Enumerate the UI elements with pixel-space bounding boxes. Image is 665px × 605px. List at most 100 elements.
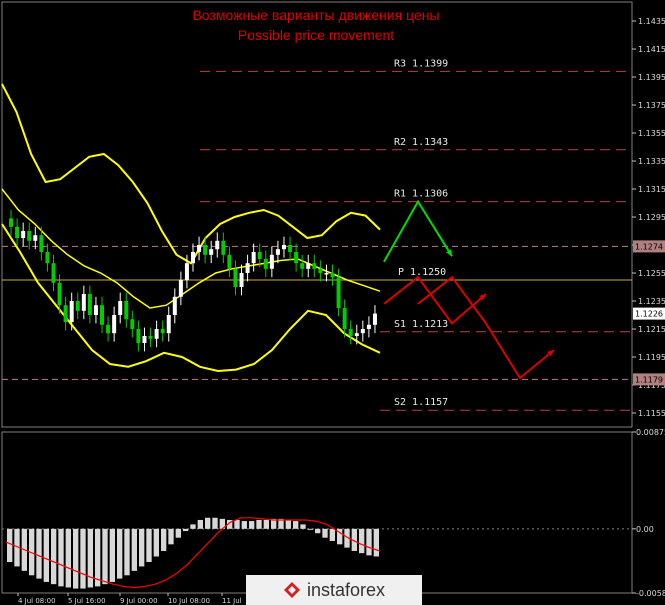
candle-body [336, 277, 341, 308]
chart-canvas: R3 1.1399 R2 1.1343 R1 1.1306 P 1.1250 S1 1.… [1, 1, 665, 605]
candle-body [172, 296, 177, 315]
oscillator-bar [322, 528, 328, 538]
candle-body [124, 301, 129, 320]
instaforex-logo: instaforex [246, 575, 422, 605]
oscillator-bar [329, 528, 335, 541]
candle-body [215, 240, 220, 250]
candle-body [221, 240, 226, 255]
indicators [1, 83, 381, 373]
oscillator-bar [256, 519, 262, 529]
oscillator-bar [43, 528, 49, 582]
candle-body [136, 329, 141, 343]
oscillator-bar [131, 528, 137, 571]
candle-body [106, 324, 111, 334]
candle-body [87, 294, 92, 315]
candle-body [63, 305, 68, 322]
logo-text: instaforex [306, 579, 386, 600]
oscillator-bar [285, 519, 291, 529]
candle-body [191, 252, 195, 264]
oscillator-bar [175, 528, 181, 538]
candle-body [154, 329, 159, 339]
candle-body [318, 268, 323, 273]
oscillator-bar [7, 528, 13, 563]
oscillator-bar [102, 528, 108, 585]
price-tick-label: 1.1375 [638, 101, 665, 110]
price-tick-label: 1.1315 [638, 185, 665, 194]
oscillator-bar [359, 528, 365, 554]
candle-body [21, 231, 26, 238]
candle-body [354, 333, 359, 336]
candle-body [178, 280, 183, 297]
oscillator-bar [73, 528, 79, 589]
oscillator-bar [307, 528, 313, 530]
candle-body [81, 294, 86, 311]
oscillator-bar [109, 528, 115, 582]
candle-body [342, 308, 347, 329]
candle-body [251, 252, 256, 264]
candle-body [118, 301, 123, 315]
candle-body [148, 336, 153, 339]
oscillator-bar [51, 528, 57, 585]
oscillator-bar [263, 519, 269, 529]
oscillator-bar [183, 528, 189, 532]
candle-body [324, 273, 329, 275]
oscillator-bar [315, 528, 321, 534]
candle-body [203, 245, 208, 255]
level-R1-label: R1 1.1306 [394, 189, 448, 200]
candle-body [15, 226, 20, 238]
candle-body [142, 336, 147, 343]
candle-body [9, 218, 14, 227]
candle-body [27, 231, 32, 241]
oscillator-tick-label: 0.00 [636, 525, 654, 534]
oscillator-bar [65, 528, 71, 588]
oscillator-bar [205, 517, 211, 529]
grid [1, 1, 633, 594]
oscillator-bar [117, 528, 123, 579]
oscillator-bar [249, 521, 255, 529]
oscillator-bar [36, 528, 42, 579]
level-S1-label: S1 1.1213 [394, 319, 448, 330]
price-tick-label: 1.1295 [638, 213, 665, 222]
scenario-arrow [383, 199, 453, 263]
oscillator-bar [241, 521, 247, 529]
level-S2-label: S2 1.1157 [394, 397, 448, 408]
oscillator-bar [87, 528, 93, 588]
candles [9, 210, 377, 352]
candle-body [312, 263, 317, 269]
candle-body [366, 324, 371, 329]
candle-body [112, 315, 117, 334]
price-tick-label: 1.1195 [638, 353, 665, 362]
oscillator-bar [373, 528, 379, 557]
price-axis: 1.1435 1.1415 1.1395 1.1375 1.1355 1.1335 1.13… [632, 17, 665, 418]
time-tick-label: 4 Jul 08:00 [18, 597, 56, 605]
candle-body [306, 263, 311, 269]
price-tag-label: 1.1226 [635, 310, 663, 319]
time-tick-label: 11 Jul [222, 597, 242, 605]
oscillator-bar [366, 528, 372, 556]
price-tick-label: 1.1235 [638, 297, 665, 306]
level-R3-label: R3 1.1399 [394, 58, 448, 69]
level-P-label: P 1.1250 [398, 267, 446, 278]
candle-body [33, 235, 38, 241]
oscillator-bar [197, 519, 203, 529]
candle-body [39, 235, 44, 252]
chart-title-en: Possible price movement [237, 27, 395, 43]
candle-body [294, 252, 299, 264]
price-tick-label: 1.1215 [638, 325, 665, 334]
candle-body [197, 245, 202, 252]
oscillator-bar [212, 517, 218, 529]
candle-body [93, 305, 98, 315]
oscillator-bar [168, 528, 174, 545]
candle-body [184, 263, 189, 280]
candle-body [45, 252, 50, 264]
bollinger-upper [1, 83, 381, 265]
price-tick-label: 1.1415 [638, 45, 665, 54]
candle-body [51, 263, 56, 283]
candle-body [233, 268, 238, 287]
candle-body [263, 259, 268, 269]
candle-body [166, 315, 171, 334]
candle-body [300, 263, 305, 269]
candle-body [245, 263, 250, 273]
candle-body [75, 301, 80, 311]
chart-title-ru: Возможные варианты движения цены [192, 7, 440, 23]
